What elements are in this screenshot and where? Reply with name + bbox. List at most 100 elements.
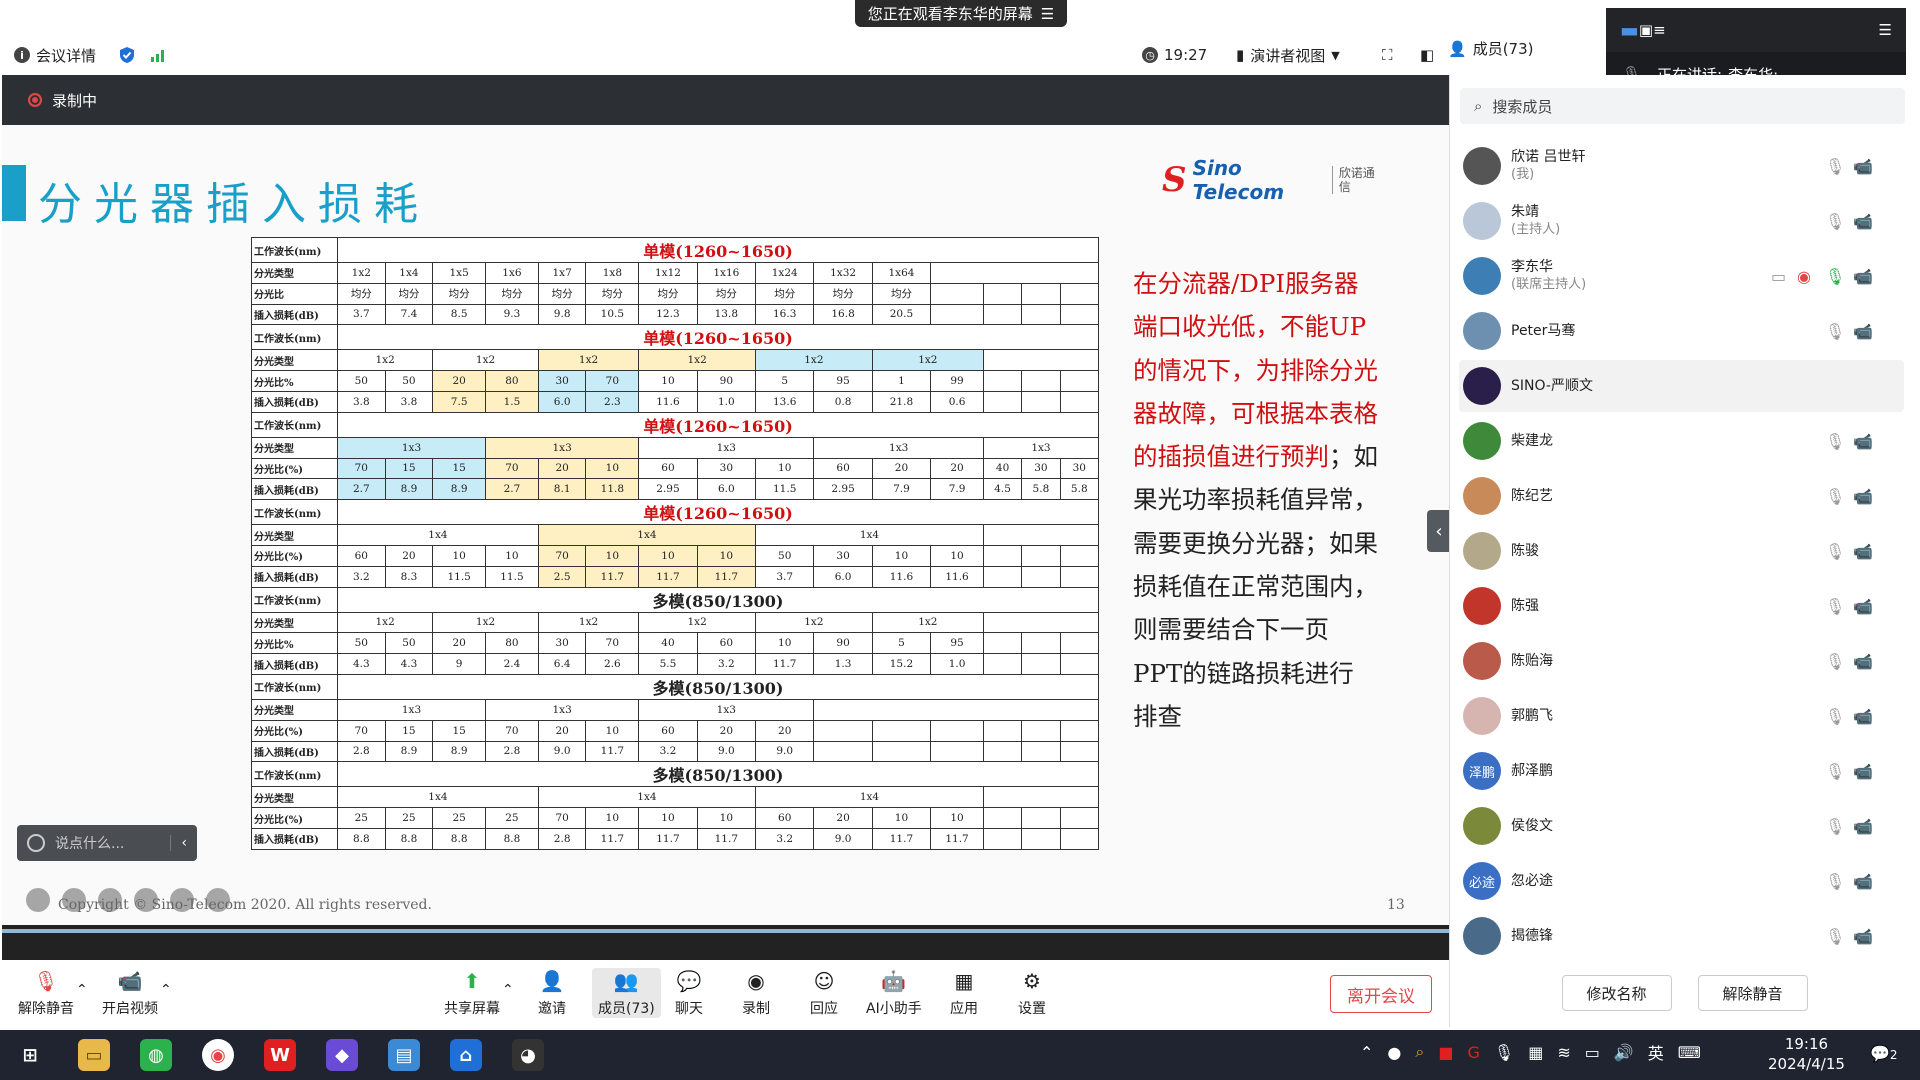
share-screen-button[interactable]: ⬆ 共享屏幕: [444, 968, 500, 1018]
mic-off-icon[interactable]: 🎙: [1825, 487, 1845, 506]
view-mode-dropdown[interactable]: ▮ 演讲者视图 ▼: [1236, 45, 1340, 66]
security-shield-icon[interactable]: [118, 46, 136, 64]
chat-button[interactable]: 💬 聊天: [675, 968, 703, 1018]
fullscreen-icon[interactable]: ⛶: [1382, 46, 1393, 64]
invite-button[interactable]: 👤 邀请: [538, 968, 566, 1018]
volume-icon[interactable]: 🔊: [1614, 1043, 1634, 1062]
mic-icon[interactable]: 🎙: [1494, 1043, 1514, 1062]
ime-indicator[interactable]: 英: [1648, 1040, 1664, 1064]
member-item[interactable]: SINO-严顺文: [1459, 360, 1904, 412]
menu-icon[interactable]: ☰: [1879, 21, 1892, 39]
window-icon[interactable]: ▣: [1639, 21, 1653, 39]
camera-off-icon[interactable]: 📹: [1853, 872, 1873, 891]
member-item[interactable]: 朱靖 (主持人) 🎙 📹: [1449, 195, 1904, 247]
members-header[interactable]: 👤 成员(73): [1448, 38, 1533, 59]
camera-off-icon[interactable]: 📹: [1853, 762, 1873, 781]
chevron-up-icon[interactable]: ⌃: [76, 982, 88, 998]
mic-off-icon[interactable]: 🎙: [1825, 597, 1845, 616]
tray-app-icon[interactable]: ■: [1438, 1043, 1453, 1062]
screen-share-banner[interactable]: 您正在观看李东华的屏幕 ☰: [855, 0, 1067, 27]
leave-meeting-button[interactable]: 离开会议: [1330, 975, 1432, 1013]
collapse-panel-button[interactable]: ‹: [1427, 510, 1451, 552]
camera-off-icon[interactable]: 📹: [1853, 927, 1873, 946]
mic-off-icon[interactable]: 🎙: [1825, 157, 1845, 176]
list-icon[interactable]: ≡: [1653, 21, 1666, 39]
camera-off-icon[interactable]: 📹: [1853, 157, 1873, 176]
sidebar-toggle-icon[interactable]: ◧: [1420, 46, 1434, 64]
member-item[interactable]: 陈强 🎙 📹: [1449, 580, 1904, 632]
minimize-icon[interactable]: ▬: [1620, 18, 1639, 42]
reactions-button[interactable]: ☺ 回应: [810, 968, 838, 1018]
windows-start-icon[interactable]: ⊞: [14, 1039, 46, 1071]
camera-off-icon[interactable]: 📹: [1853, 487, 1873, 506]
member-item[interactable]: 陈骏 🎙 📹: [1449, 525, 1904, 577]
tray-app-icon[interactable]: ▦: [1528, 1043, 1543, 1062]
notification-icon[interactable]: 💬2: [1870, 1044, 1898, 1063]
member-item[interactable]: 欣诺 吕世轩 (我) 🎙 📹: [1449, 140, 1904, 192]
members-button[interactable]: 👥 成员(73): [592, 968, 661, 1018]
mic-off-icon[interactable]: 🎙: [1825, 322, 1845, 341]
mic-off-icon[interactable]: 🎙: [1825, 212, 1845, 231]
rename-button[interactable]: 修改名称: [1561, 975, 1672, 1011]
tray-expand-icon[interactable]: ⌃: [1360, 1043, 1373, 1062]
apps-button[interactable]: ▦ 应用: [950, 968, 978, 1018]
camera-off-icon[interactable]: 📹: [1853, 432, 1873, 451]
signal-strength-icon[interactable]: [150, 47, 168, 63]
taskbar-clock[interactable]: 19:16 2024/4/15: [1768, 1034, 1845, 1074]
camera-off-icon[interactable]: 📹: [1853, 707, 1873, 726]
camera-off-icon[interactable]: 📹: [1853, 597, 1873, 616]
member-item[interactable]: Peter马骞 🎙 📹: [1449, 305, 1904, 357]
keyboard-icon[interactable]: ⌨: [1678, 1043, 1701, 1062]
member-item[interactable]: 郭鹏飞 🎙 📹: [1449, 690, 1904, 742]
member-item[interactable]: 柴建龙 🎙 📹: [1449, 415, 1904, 467]
member-item[interactable]: 李东华 (联席主持人) 🎙 📹 ▭ ◉: [1449, 250, 1904, 302]
wechat-icon[interactable]: ◍: [140, 1039, 172, 1071]
tray-app-icon[interactable]: ●: [1387, 1043, 1401, 1062]
chevron-up-icon[interactable]: ⌃: [160, 982, 172, 998]
file-explorer-icon[interactable]: ▭: [78, 1039, 110, 1071]
battery-icon[interactable]: ▭: [1585, 1043, 1600, 1062]
meeting-details-button[interactable]: i 会议详情: [14, 45, 96, 66]
chevron-left-icon[interactable]: ‹: [170, 835, 187, 851]
mic-off-icon[interactable]: 🎙: [1825, 762, 1845, 781]
mic-off-icon[interactable]: 🎙: [1825, 872, 1845, 891]
tray-app-icon[interactable]: G: [1467, 1043, 1479, 1062]
settings-button[interactable]: ⚙ 设置: [1018, 968, 1046, 1018]
window-app-icon[interactable]: ▤: [388, 1039, 420, 1071]
tray-search-icon[interactable]: ⌕: [1415, 1042, 1424, 1062]
app-icon[interactable]: ◆: [326, 1039, 358, 1071]
unmute-all-button[interactable]: 解除静音: [1697, 975, 1808, 1011]
mic-off-icon[interactable]: 🎙: [1825, 817, 1845, 836]
camera-off-icon[interactable]: 📹: [1853, 267, 1873, 286]
member-item[interactable]: 侯俊文 🎙 📹: [1449, 800, 1904, 852]
emoji-icon[interactable]: [27, 834, 45, 852]
chrome-icon[interactable]: ◉: [202, 1039, 234, 1071]
menu-icon[interactable]: ☰: [1041, 5, 1054, 23]
chevron-up-icon[interactable]: ⌃: [502, 982, 514, 998]
mic-off-icon[interactable]: 🎙: [1825, 707, 1845, 726]
wps-icon[interactable]: W: [264, 1039, 296, 1071]
wifi-icon[interactable]: ≋: [1557, 1043, 1570, 1062]
camera-off-icon[interactable]: 📹: [1853, 212, 1873, 231]
camera-off-icon[interactable]: 📹: [1853, 652, 1873, 671]
mic-off-icon[interactable]: 🎙: [1825, 652, 1845, 671]
tencent-meeting-icon[interactable]: ⌂: [450, 1039, 482, 1071]
mic-off-icon[interactable]: 🎙: [1825, 267, 1845, 286]
app-icon[interactable]: ◕: [512, 1039, 544, 1071]
member-item[interactable]: 揭德锋 🎙 📹: [1449, 910, 1904, 962]
camera-off-icon[interactable]: 📹: [1853, 542, 1873, 561]
mic-off-icon[interactable]: 🎙: [1825, 927, 1845, 946]
member-item[interactable]: 陈贻海 🎙 📹: [1449, 635, 1904, 687]
camera-off-icon[interactable]: 📹: [1853, 322, 1873, 341]
mic-off-icon[interactable]: 🎙: [1825, 542, 1845, 561]
record-button[interactable]: ◉ 录制: [742, 968, 770, 1018]
chat-input-bubble[interactable]: 说点什么... ‹: [17, 825, 197, 861]
mic-off-icon[interactable]: 🎙: [1825, 432, 1845, 451]
member-search-input[interactable]: ⌕ 搜索成员: [1460, 88, 1905, 124]
member-item[interactable]: 必途 忽必途 🎙 📹: [1449, 855, 1904, 907]
camera-off-icon[interactable]: 📹: [1853, 817, 1873, 836]
ai-assistant-button[interactable]: 🤖 AI小助手: [866, 968, 922, 1018]
member-item[interactable]: 泽鹏 郝泽鹏 🎙 📹: [1449, 745, 1904, 797]
unmute-button[interactable]: 🎙 解除静音: [18, 968, 74, 1018]
start-video-button[interactable]: 📹 开启视频: [102, 968, 158, 1018]
